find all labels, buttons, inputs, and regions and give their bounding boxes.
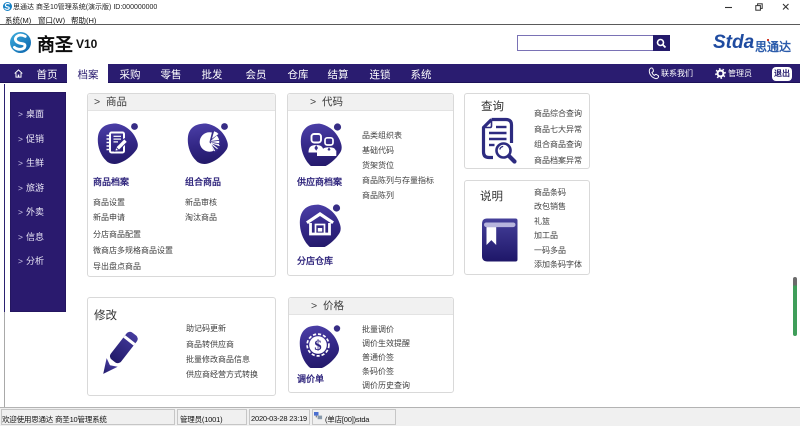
svg-text:$: $ <box>314 338 321 354</box>
